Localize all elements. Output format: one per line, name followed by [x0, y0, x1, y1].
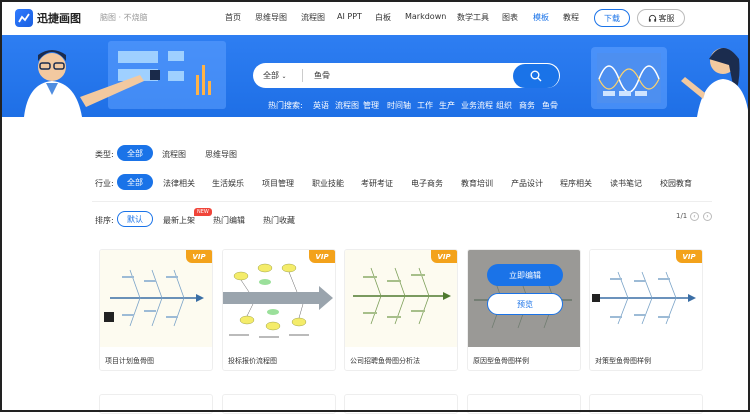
template-thumbnail: VIP	[590, 250, 702, 347]
nav-flowchart[interactable]: 流程图	[301, 12, 325, 23]
page-indicator: 1/1	[676, 212, 688, 220]
template-title: 项目计划鱼骨图	[105, 357, 154, 365]
search-category-select[interactable]: 全部 ⌄	[263, 70, 287, 81]
sort-label: 排序:	[95, 216, 114, 225]
industry-campus[interactable]: 校园教育	[660, 178, 692, 189]
new-badge: NEW	[194, 208, 212, 216]
banner-illustration-right	[591, 47, 749, 117]
search-input[interactable]: 鱼骨	[314, 70, 330, 81]
hot-search-label: 热门搜索:	[268, 101, 303, 110]
download-button[interactable]: 下载	[594, 9, 630, 27]
customer-service-label: 客服	[658, 13, 675, 23]
hot-term-management[interactable]: 管理	[363, 100, 379, 111]
industry-programming[interactable]: 程序相关	[560, 178, 592, 189]
template-card[interactable]	[589, 394, 703, 414]
template-thumbnail: VIP	[100, 250, 212, 347]
template-thumbnail: VIP	[223, 250, 335, 347]
nav-charts[interactable]: 图表	[502, 12, 518, 23]
nav-math-tools[interactable]: 数学工具	[457, 12, 489, 23]
industry-ecommerce[interactable]: 电子商务	[411, 178, 443, 189]
type-all[interactable]: 全部	[117, 145, 153, 161]
filter-divider	[92, 201, 712, 202]
template-card[interactable]	[222, 394, 336, 414]
nav-mindmap[interactable]: 思维导图	[255, 12, 287, 23]
search-separator	[302, 69, 303, 82]
template-card[interactable]: VIP 投标报价流程图	[222, 249, 336, 371]
hot-term-timeline[interactable]: 时间轴	[387, 100, 411, 111]
hot-term-business-flow[interactable]: 业务流程	[461, 100, 493, 111]
type-mindmap[interactable]: 思维导图	[205, 149, 237, 160]
nav-templates[interactable]: 模板	[533, 12, 549, 23]
prev-page-icon[interactable]: ‹	[690, 212, 699, 221]
template-card[interactable]: VIP 对策型鱼骨图样例	[589, 249, 703, 371]
next-page-icon[interactable]: ›	[703, 212, 712, 221]
top-header: 迅捷画图 脑图 · 不烧脑 首页 思维导图 流程图 AI PPT 白板 Mark…	[0, 0, 750, 35]
hot-term-commerce[interactable]: 商务	[519, 100, 535, 111]
template-card[interactable]: VIP 公司招聘鱼骨图分析法	[344, 249, 458, 371]
vip-badge: VIP	[309, 250, 335, 263]
edit-now-button[interactable]: 立即编辑	[487, 264, 563, 286]
template-card[interactable]	[467, 394, 581, 414]
banner-illustration-left	[24, 41, 226, 117]
industry-lifestyle[interactable]: 生活娱乐	[212, 178, 244, 189]
template-title: 公司招聘鱼骨图分析法	[350, 357, 420, 365]
industry-project-mgmt[interactable]: 项目管理	[262, 178, 294, 189]
chevron-down-icon: ⌄	[281, 73, 287, 80]
sort-newest[interactable]: 最新上架	[163, 215, 195, 226]
headset-icon	[648, 14, 656, 22]
slogan: 脑图 · 不烧脑	[100, 13, 148, 22]
hot-term-production[interactable]: 生产	[439, 100, 455, 111]
industry-exam[interactable]: 考研考证	[361, 178, 393, 189]
hot-term-english[interactable]: 英语	[313, 100, 329, 111]
industry-law[interactable]: 法律相关	[163, 178, 195, 189]
nav-ai-ppt[interactable]: AI PPT	[337, 12, 362, 21]
industry-education[interactable]: 教育培训	[461, 178, 493, 189]
customer-service-button[interactable]: 客服	[637, 9, 685, 27]
logo-icon	[15, 9, 33, 27]
search-button[interactable]	[513, 64, 559, 88]
logo-text: 迅捷画图	[37, 12, 81, 25]
sort-hot-edit[interactable]: 热门编辑	[213, 215, 245, 226]
nav-home[interactable]: 首页	[225, 12, 241, 23]
hot-term-organization[interactable]: 组织	[496, 100, 512, 111]
hot-term-flowchart[interactable]: 流程图	[335, 100, 359, 111]
industry-career-skills[interactable]: 职业技能	[312, 178, 344, 189]
template-card[interactable]: VIP 项目计划鱼骨图	[99, 249, 213, 371]
sort-default[interactable]: 默认	[117, 211, 153, 227]
template-title: 对策型鱼骨图样例	[595, 357, 651, 365]
type-flowchart[interactable]: 流程图	[162, 149, 186, 160]
logo[interactable]: 迅捷画图	[15, 9, 81, 27]
template-card[interactable]	[344, 394, 458, 414]
hover-overlay: 立即编辑 预览	[468, 250, 580, 347]
vip-badge: VIP	[676, 250, 702, 263]
template-title: 原因型鱼骨图样例	[473, 357, 529, 365]
nav-markdown[interactable]: Markdown	[405, 12, 446, 21]
search-category-label: 全部	[263, 71, 279, 80]
nav-whiteboard[interactable]: 白板	[375, 12, 391, 23]
template-title: 投标报价流程图	[228, 357, 277, 365]
type-label: 类型:	[95, 150, 114, 159]
search-icon	[530, 70, 542, 82]
vip-badge: VIP	[186, 250, 212, 263]
template-card[interactable]	[99, 394, 213, 414]
hot-term-fishbone[interactable]: 鱼骨	[542, 100, 558, 111]
template-thumbnail: VIP	[345, 250, 457, 347]
template-thumbnail: 立即编辑 预览	[468, 250, 580, 347]
industry-reading-notes[interactable]: 读书笔记	[610, 178, 642, 189]
sort-hot-favorite[interactable]: 热门收藏	[263, 215, 295, 226]
industry-label: 行业:	[95, 179, 114, 188]
industry-all[interactable]: 全部	[117, 174, 153, 190]
preview-button[interactable]: 预览	[487, 293, 563, 315]
template-card-hovered[interactable]: 立即编辑 预览 原因型鱼骨图样例	[467, 249, 581, 371]
vip-badge: VIP	[431, 250, 457, 263]
nav-tutorials[interactable]: 教程	[563, 12, 579, 23]
industry-product-design[interactable]: 产品设计	[511, 178, 543, 189]
hot-term-work[interactable]: 工作	[417, 100, 433, 111]
